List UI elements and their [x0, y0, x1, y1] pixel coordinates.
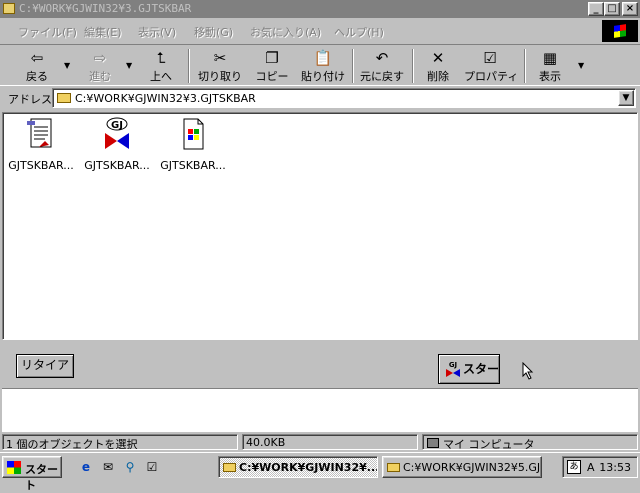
outlook-express-icon[interactable]: ✉: [100, 459, 116, 475]
toolbar: ⇦ 戻る ▼ ⇨ 進む ▼ ⮤ 上へ ✂ 切り取り ❐ コピー 📋 貼り付け ↶…: [0, 44, 640, 86]
clipboard-icon: 📋: [313, 49, 333, 67]
system-tray: あ A 13:53: [562, 456, 638, 478]
file-item[interactable]: GJ GJTSKBAR...: [79, 117, 155, 172]
windows-file-icon: [177, 117, 209, 151]
status-location: マイ コンピュータ: [422, 434, 638, 450]
retire-button[interactable]: リタイア: [16, 354, 74, 378]
gj-start-button[interactable]: GJ スタート: [438, 354, 500, 402]
up-folder-icon: ⮤: [156, 49, 166, 67]
cut-button[interactable]: ✂ 切り取り: [196, 47, 244, 85]
internet-explorer-icon[interactable]: e: [78, 459, 94, 475]
delete-x-icon: ✕: [431, 49, 445, 67]
channels-icon[interactable]: ⚲: [122, 459, 138, 475]
properties-button[interactable]: ☑ プロパティ: [464, 47, 518, 85]
windows-flag-icon: [7, 461, 21, 474]
address-field[interactable]: C:¥WORK¥GJWIN32¥3.GJTSKBAR ▼: [52, 88, 636, 108]
menu-view[interactable]: 表示(V): [138, 24, 176, 40]
delete-button[interactable]: ✕ 削除: [420, 47, 456, 85]
address-dropdown-button[interactable]: ▼: [618, 90, 634, 106]
paste-button[interactable]: 📋 貼り付け: [298, 47, 348, 85]
properties-icon: ☑: [483, 49, 497, 67]
undo-icon: ↶: [375, 49, 389, 67]
toolbar-separator: [352, 49, 354, 83]
ime-mode[interactable]: A: [587, 461, 595, 474]
back-dropdown-icon[interactable]: ▼: [64, 61, 70, 70]
minimize-button[interactable]: _: [588, 2, 604, 16]
file-name: GJTSKBAR...: [84, 159, 150, 172]
toolbar-separator: [188, 49, 190, 83]
menu-edit[interactable]: 編集(E): [84, 24, 122, 40]
maximize-button[interactable]: □: [604, 2, 620, 16]
menu-favorites[interactable]: お気に入り(A): [250, 24, 321, 40]
toolbar-separator: [412, 49, 414, 83]
file-item[interactable]: GJTSKBAR...: [155, 117, 231, 172]
address-label: アドレス: [8, 93, 52, 106]
gj-application-icon: GJ: [101, 117, 133, 151]
folder-icon: [387, 463, 400, 472]
mouse-cursor-icon: [522, 361, 534, 380]
menu-go[interactable]: 移動(G): [194, 24, 233, 40]
status-selection: 1 個のオブジェクトを選択: [2, 434, 238, 450]
gj-logo-icon: GJ: [445, 360, 461, 378]
empty-area: [2, 388, 638, 432]
undo-button[interactable]: ↶ 元に戻す: [358, 47, 406, 85]
file-name: GJTSKBAR...: [160, 159, 226, 172]
program-panel: リタイア GJ スタート: [2, 342, 638, 402]
folder-icon: [223, 463, 236, 472]
view-button[interactable]: ▦ 表示: [532, 47, 568, 85]
close-button[interactable]: ×: [622, 2, 638, 16]
copy-icon: ❐: [265, 49, 279, 67]
copy-button[interactable]: ❐ コピー: [252, 47, 292, 85]
up-button[interactable]: ⮤ 上へ: [142, 47, 180, 85]
clock[interactable]: 13:53: [599, 461, 631, 474]
taskbar-task-active[interactable]: C:¥WORK¥GJWIN32¥...: [218, 456, 378, 478]
back-button[interactable]: ⇦ 戻る: [18, 47, 56, 85]
svg-text:GJ: GJ: [449, 361, 457, 369]
scissors-icon: ✂: [213, 49, 227, 67]
forward-arrow-icon: ⇨: [93, 49, 107, 67]
text-document-icon: [25, 117, 57, 151]
menu-help[interactable]: ヘルプ(H): [334, 24, 384, 40]
file-list[interactable]: GJTSKBAR... GJ GJTSKBAR... GJTSKBAR...: [2, 112, 638, 340]
status-bar: 1 個のオブジェクトを選択 40.0KB マイ コンピュータ: [0, 433, 640, 451]
file-name: GJTSKBAR...: [8, 159, 74, 172]
view-dropdown-icon[interactable]: ▼: [578, 61, 584, 70]
address-value: C:¥WORK¥GJWIN32¥3.GJTSKBAR: [75, 92, 256, 105]
forward-dropdown-icon[interactable]: ▼: [126, 61, 132, 70]
start-button[interactable]: スタート: [2, 456, 62, 492]
folder-icon[interactable]: [3, 3, 15, 14]
menu-bar: ファイル(F) 編集(E) 表示(V) 移動(G) お気に入り(A) ヘルプ(H…: [0, 20, 640, 42]
ime-icon[interactable]: あ: [567, 460, 581, 474]
show-desktop-icon[interactable]: ☑: [144, 459, 160, 475]
windows-logo-icon: [602, 20, 638, 42]
menu-file[interactable]: ファイル(F): [18, 24, 77, 40]
back-arrow-icon: ⇦: [30, 49, 44, 67]
forward-button[interactable]: ⇨ 進む: [80, 47, 120, 85]
file-item[interactable]: GJTSKBAR...: [3, 117, 79, 172]
status-size: 40.0KB: [242, 434, 418, 450]
view-grid-icon: ▦: [542, 49, 558, 67]
title-bar[interactable]: C:¥WORK¥GJWIN32¥3.GJTSKBAR _ □ ×: [0, 0, 640, 18]
taskbar: スタート e ✉ ⚲ ☑ C:¥WORK¥GJWIN32¥... C:¥WORK…: [0, 452, 640, 492]
folder-icon: [57, 93, 71, 103]
window-title: C:¥WORK¥GJWIN32¥3.GJTSKBAR: [19, 2, 192, 15]
toolbar-separator: [524, 49, 526, 83]
taskbar-task[interactable]: C:¥WORK¥GJWIN32¥5.GJ...: [382, 456, 542, 478]
computer-icon: [427, 438, 439, 448]
address-bar: アドレス C:¥WORK¥GJWIN32¥3.GJTSKBAR ▼: [0, 87, 640, 109]
